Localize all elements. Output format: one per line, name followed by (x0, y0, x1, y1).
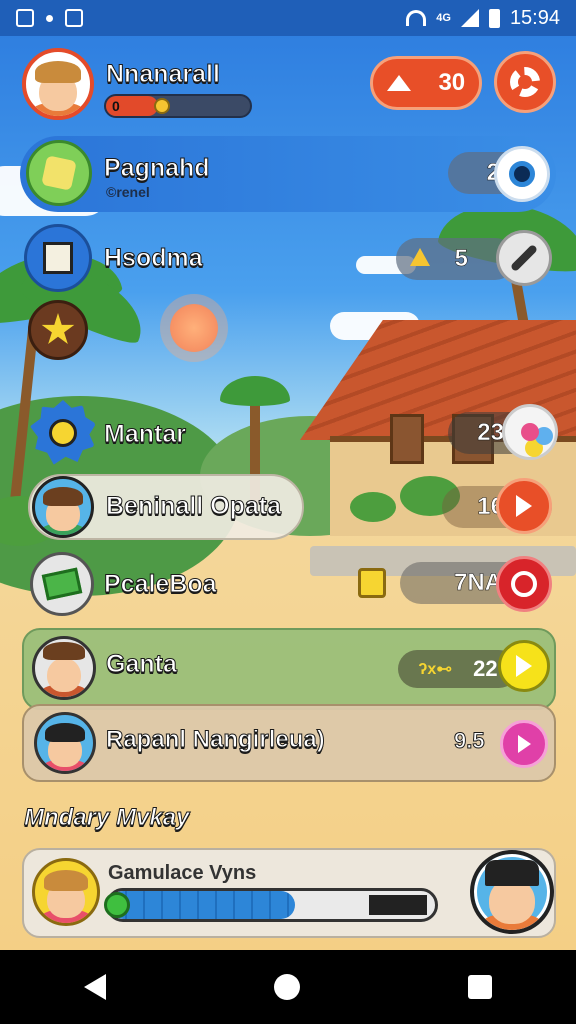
star-badge[interactable] (28, 300, 88, 360)
claim-button[interactable] (498, 640, 550, 692)
arrow-right-icon (517, 735, 531, 753)
row-label: Pagnahd (104, 154, 211, 183)
row-label: Rapanl Nangirleua) (106, 726, 326, 754)
wifi-icon (406, 10, 427, 26)
map-icon (26, 140, 92, 206)
arrow-right-icon (516, 495, 532, 517)
stickers-button[interactable] (502, 404, 558, 460)
gear-icon (510, 67, 540, 97)
row-label: Ganta (106, 650, 178, 679)
status-bar: 4G 15:94 (0, 0, 576, 36)
key-combo: ʔx⊷ (418, 661, 453, 678)
notification-icon (16, 9, 34, 27)
image-icon (65, 9, 83, 27)
reward-button[interactable] (496, 556, 552, 612)
progress-fill (109, 891, 295, 919)
girl-avatar (32, 858, 100, 926)
menu-row-3[interactable]: Mantar 23 (20, 396, 558, 472)
friend-avatar (32, 476, 94, 538)
dot-icon (46, 14, 53, 22)
xp-bar: 0 (104, 94, 252, 118)
section-title: Mndary Mvkay (23, 804, 190, 832)
row-label: PcaleBoa (104, 570, 218, 599)
row-label: Mantar (104, 420, 187, 449)
eye-button[interactable] (494, 146, 550, 202)
player-name: Nnanarall (106, 60, 221, 89)
rival-avatar[interactable] (470, 850, 554, 934)
badge-icon (30, 400, 96, 465)
arrow-right-icon (516, 655, 532, 677)
coins-button[interactable]: 30 (370, 56, 482, 110)
row-label: Hsodma (104, 244, 204, 273)
coins-value: 30 (438, 69, 466, 96)
progress-bar (106, 888, 438, 922)
row-label: Beninall Opata (105, 492, 282, 521)
game-menu: Nnanarall 0 30 Pagnahd ©renel 2 Hsodma (0, 0, 576, 1024)
menu-row-5[interactable]: PcaleBoa 7NA (28, 546, 556, 622)
menu-row-1[interactable]: Pagnahd ©renel 2 (20, 136, 556, 212)
tent-icon (386, 75, 411, 91)
play-button[interactable] (496, 478, 552, 534)
row-sublabel: ©renel (106, 184, 150, 200)
progress-end (369, 895, 427, 915)
menu-row-2[interactable]: Hsodma 5 (20, 222, 556, 298)
eye-icon (509, 161, 535, 187)
player-header: Nnanarall 0 30 (22, 48, 558, 120)
cowboy-avatar (32, 636, 96, 700)
network-type: 4G (436, 12, 451, 24)
ticket-icon (30, 552, 94, 616)
card-rapanl[interactable]: Rapanl Nangirleua) 9.5 (22, 704, 556, 782)
key-icon (154, 98, 170, 114)
wrench-icon (509, 243, 539, 273)
row-value: 9.5 (454, 728, 486, 754)
player-avatar[interactable] (22, 48, 94, 120)
navigation-bar (0, 950, 576, 1024)
chest-icon (358, 568, 386, 598)
card-title: Gamulace Vyns (108, 862, 257, 884)
stickers-icon (521, 423, 539, 441)
card-ganta[interactable]: Ganta ʔx⊷ 22 (22, 628, 556, 710)
tool-button[interactable] (496, 230, 552, 286)
value-text: 22 (473, 656, 498, 681)
progress-start-icon (104, 892, 130, 918)
apple-icon (511, 571, 537, 597)
star-icon (41, 313, 75, 344)
guy-avatar (34, 712, 96, 774)
menu-row-4[interactable]: Beninall Opata 16 (28, 470, 556, 546)
level-text: 0 (112, 98, 120, 114)
clock: 15:94 (509, 6, 560, 29)
battery-icon (488, 8, 500, 28)
calendar-icon (24, 224, 92, 292)
signal-icon (460, 9, 479, 27)
recents-icon[interactable] (468, 975, 492, 999)
home-icon[interactable] (274, 974, 300, 1000)
next-button[interactable] (500, 720, 548, 768)
settings-button[interactable] (494, 51, 556, 113)
back-icon[interactable] (84, 974, 106, 1000)
crown-icon (410, 248, 430, 266)
